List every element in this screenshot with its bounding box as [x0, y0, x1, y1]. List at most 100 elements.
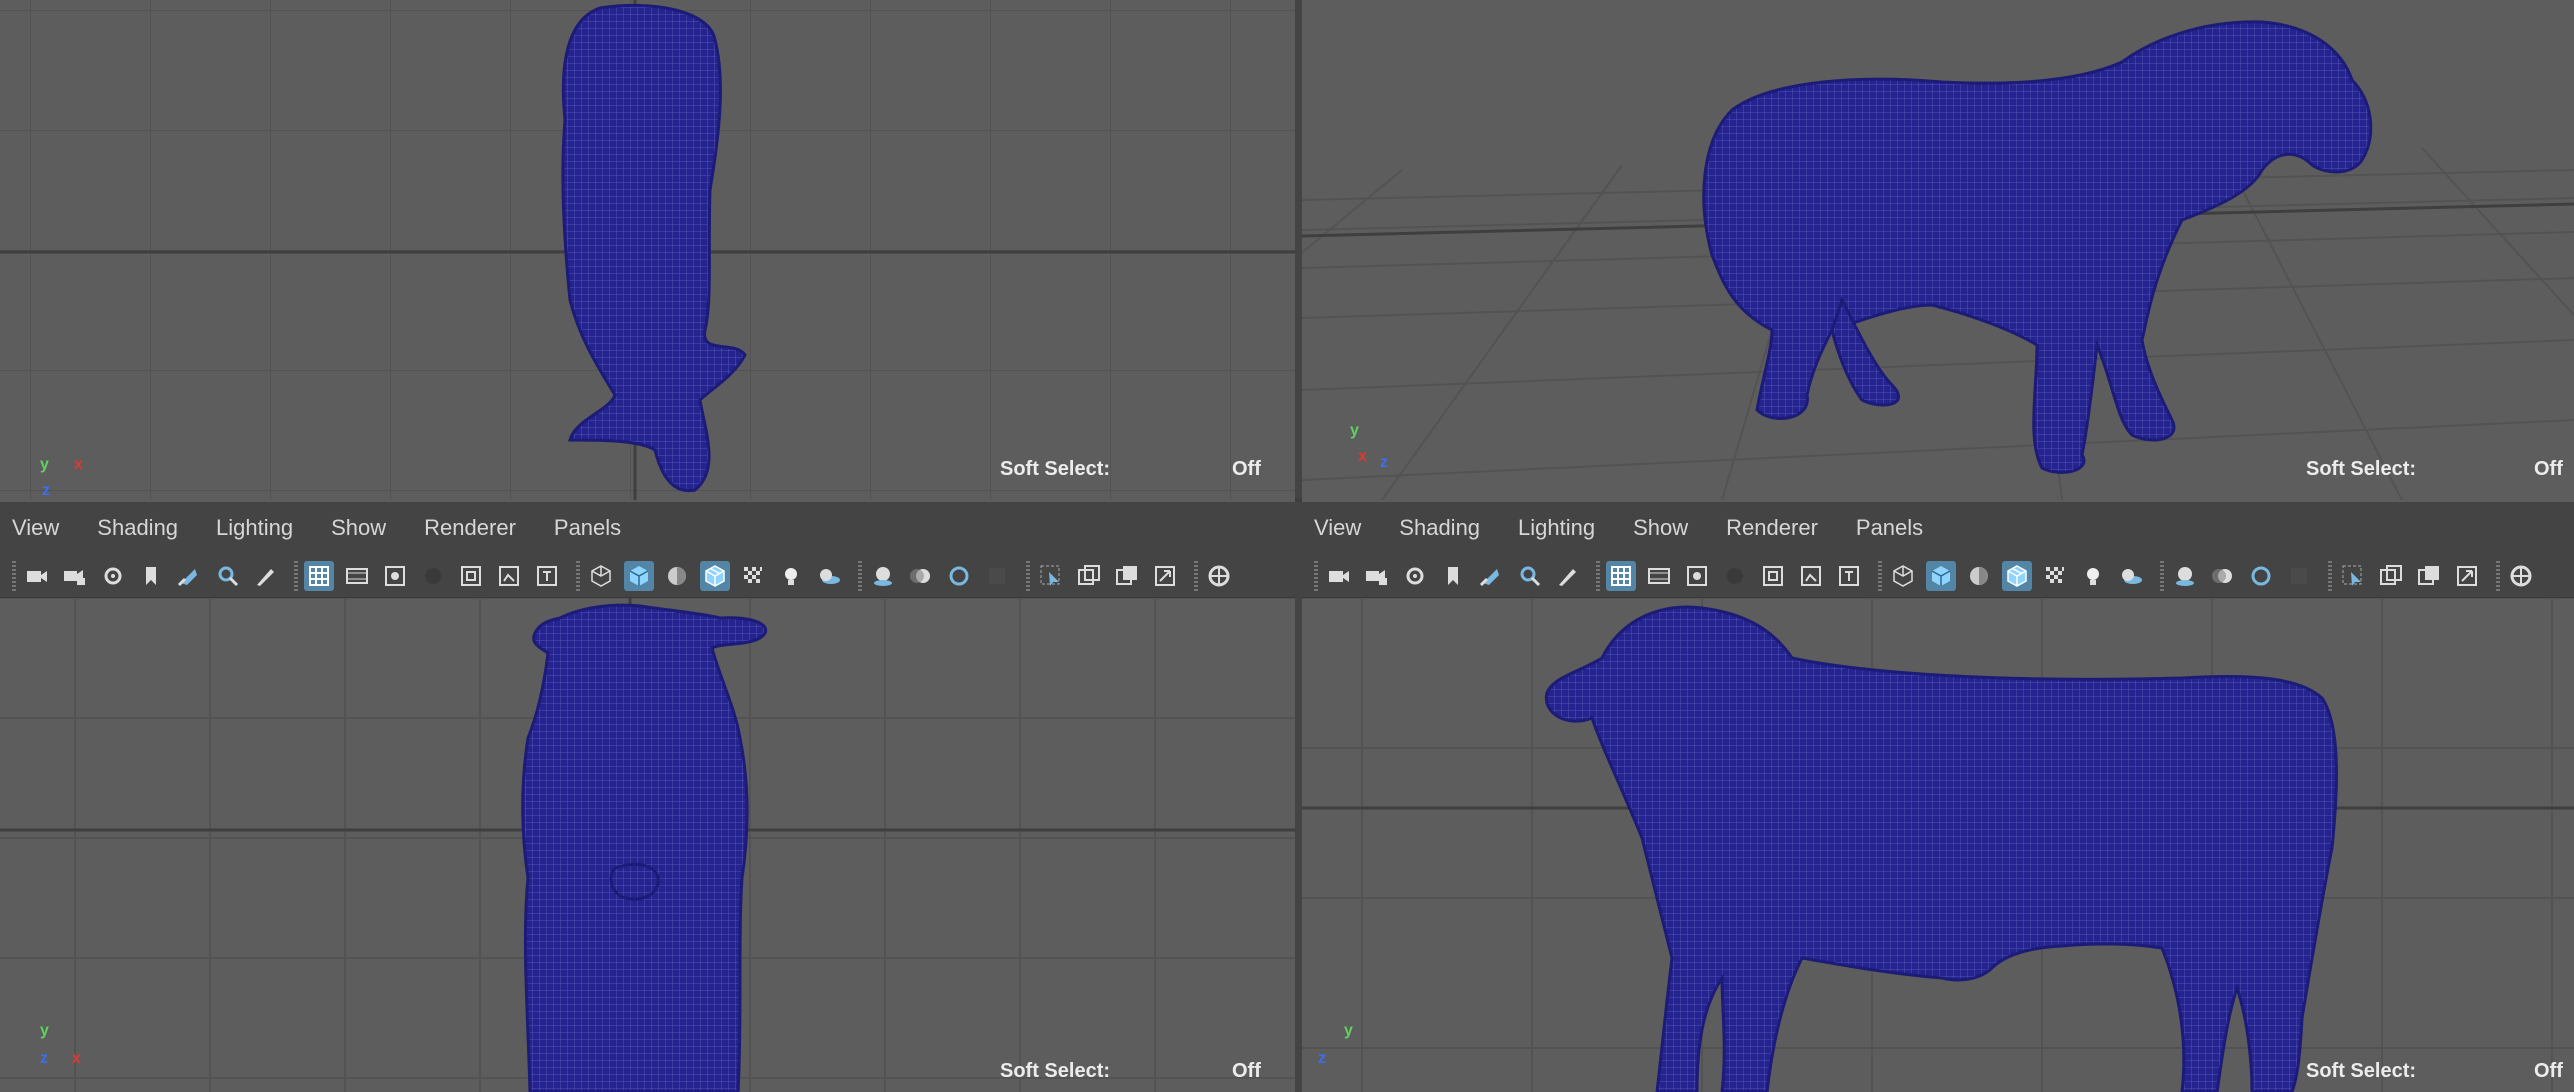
menu-shading[interactable]: Shading: [97, 515, 178, 541]
resolution-gate-icon[interactable]: [1682, 561, 1712, 591]
isolate-select-icon[interactable]: [1036, 561, 1066, 591]
use-default-material-icon[interactable]: [662, 561, 692, 591]
camera-attributes-icon[interactable]: [98, 561, 128, 591]
resolution-gate-icon[interactable]: [380, 561, 410, 591]
bookmark-icon[interactable]: [136, 561, 166, 591]
xray-components-icon[interactable]: [2452, 561, 2482, 591]
safe-title-icon[interactable]: [1834, 561, 1864, 591]
menu-panels[interactable]: Panels: [554, 515, 621, 541]
viewport-front[interactable]: View Shading Lighting Show Renderer Pane…: [0, 500, 1295, 1092]
camera-attributes-icon[interactable]: [1400, 561, 1430, 591]
menu-show[interactable]: Show: [331, 515, 386, 541]
textured-icon[interactable]: [2040, 561, 2070, 591]
film-gate-icon[interactable]: [342, 561, 372, 591]
camera-select-icon[interactable]: [1324, 561, 1354, 591]
smooth-shade-icon[interactable]: [624, 560, 654, 591]
image-plane-icon[interactable]: [1476, 561, 1506, 591]
axis-indicator: y z x: [32, 1020, 92, 1080]
motion-blur-icon[interactable]: [2208, 561, 2238, 591]
depth-of-field-icon[interactable]: [982, 561, 1012, 591]
axis-y-label: y: [40, 1022, 49, 1039]
axis-z-label: z: [1318, 1050, 1326, 1067]
toolbar-separator: [2160, 560, 2164, 591]
screen-space-ao-icon[interactable]: [868, 561, 898, 591]
wireframe-icon[interactable]: [1888, 561, 1918, 591]
xray-joints-icon[interactable]: [1112, 561, 1142, 591]
menu-renderer[interactable]: Renderer: [1726, 515, 1818, 541]
xray-icon[interactable]: [1074, 561, 1104, 591]
menu-view[interactable]: View: [1314, 515, 1361, 541]
2d-pan-zoom-icon[interactable]: [1514, 561, 1544, 591]
xray-icon[interactable]: [2376, 561, 2406, 591]
soft-select-value: Off: [2534, 458, 2563, 480]
camera-lock-icon[interactable]: [1362, 561, 1392, 591]
motion-blur-icon[interactable]: [906, 561, 936, 591]
safe-action-icon[interactable]: [494, 561, 524, 591]
axis-x-label: x: [74, 456, 83, 473]
menu-panels[interactable]: Panels: [1856, 515, 1923, 541]
gate-mask-icon[interactable]: [1720, 561, 1750, 591]
anti-aliasing-icon[interactable]: [2246, 561, 2276, 591]
viewport-canvas-side[interactable]: [1302, 598, 2574, 1092]
menu-shading[interactable]: Shading: [1399, 515, 1480, 541]
wireframe-on-shaded-icon[interactable]: [2002, 560, 2032, 591]
shadows-icon[interactable]: [2116, 561, 2146, 591]
use-default-material-icon[interactable]: [1964, 561, 1994, 591]
camera-select-icon[interactable]: [22, 561, 52, 591]
lighting-icon[interactable]: [776, 561, 806, 591]
grease-pencil-icon[interactable]: [1552, 561, 1582, 591]
axis-indicator: y x z: [30, 452, 90, 500]
gate-mask-icon[interactable]: [418, 561, 448, 591]
screen-space-ao-icon[interactable]: [2170, 561, 2200, 591]
viewport-canvas-perspective[interactable]: [1302, 0, 2574, 500]
anti-aliasing-icon[interactable]: [944, 561, 974, 591]
soft-select-value: Off: [1232, 458, 1261, 480]
film-gate-icon[interactable]: [1644, 561, 1674, 591]
wireframe-icon[interactable]: [586, 561, 616, 591]
xray-components-icon[interactable]: [1150, 561, 1180, 591]
wireframe-on-shaded-icon[interactable]: [700, 560, 730, 591]
sheep-mesh-front[interactable]: [521, 603, 768, 1092]
field-chart-icon[interactable]: [1758, 561, 1788, 591]
lighting-icon[interactable]: [2078, 561, 2108, 591]
grid-icon[interactable]: [1606, 560, 1636, 591]
viewport-perspective[interactable]: y x z Soft Select: Off: [1302, 0, 2574, 500]
vertical-pane-divider[interactable]: [1295, 0, 1302, 1092]
toolbar-separator: [12, 560, 16, 591]
axis-x-label: x: [1358, 448, 1367, 465]
smooth-shade-icon[interactable]: [1926, 560, 1956, 591]
menu-show[interactable]: Show: [1633, 515, 1688, 541]
axis-y-label: y: [1344, 1022, 1353, 1039]
camera-lock-icon[interactable]: [60, 561, 90, 591]
safe-action-icon[interactable]: [1796, 561, 1826, 591]
grid-icon[interactable]: [304, 560, 334, 591]
toolbar-separator: [1596, 560, 1600, 591]
grease-pencil-icon[interactable]: [250, 561, 280, 591]
field-chart-icon[interactable]: [456, 561, 486, 591]
xray-joints-icon[interactable]: [2414, 561, 2444, 591]
menu-lighting[interactable]: Lighting: [1518, 515, 1595, 541]
sheep-mesh-side[interactable]: [1544, 605, 2338, 1092]
isolate-select-icon[interactable]: [2338, 561, 2368, 591]
image-plane-icon[interactable]: [174, 561, 204, 591]
exposure-icon[interactable]: [2506, 561, 2536, 591]
menu-view[interactable]: View: [12, 515, 59, 541]
viewport-side[interactable]: View Shading Lighting Show Renderer Pane…: [1302, 500, 2574, 1092]
soft-select-label: Soft Select:: [1000, 458, 1111, 480]
soft-select-value: Off: [1232, 1060, 1261, 1082]
menu-lighting[interactable]: Lighting: [216, 515, 293, 541]
shadows-icon[interactable]: [814, 561, 844, 591]
2d-pan-zoom-icon[interactable]: [212, 561, 242, 591]
viewport-canvas-front[interactable]: [0, 598, 1295, 1092]
safe-title-icon[interactable]: [532, 561, 562, 591]
bookmark-icon[interactable]: [1438, 561, 1468, 591]
sheep-mesh-perspective[interactable]: [1702, 20, 2373, 474]
textured-icon[interactable]: [738, 561, 768, 591]
axis-z-label: z: [40, 1050, 48, 1067]
axis-indicator: y z: [1316, 1020, 1376, 1080]
viewport-top[interactable]: y x z Soft Select: Off: [0, 0, 1295, 500]
menu-renderer[interactable]: Renderer: [424, 515, 516, 541]
depth-of-field-icon[interactable]: [2284, 561, 2314, 591]
exposure-icon[interactable]: [1204, 561, 1234, 591]
viewport-canvas-top[interactable]: [0, 0, 1295, 500]
